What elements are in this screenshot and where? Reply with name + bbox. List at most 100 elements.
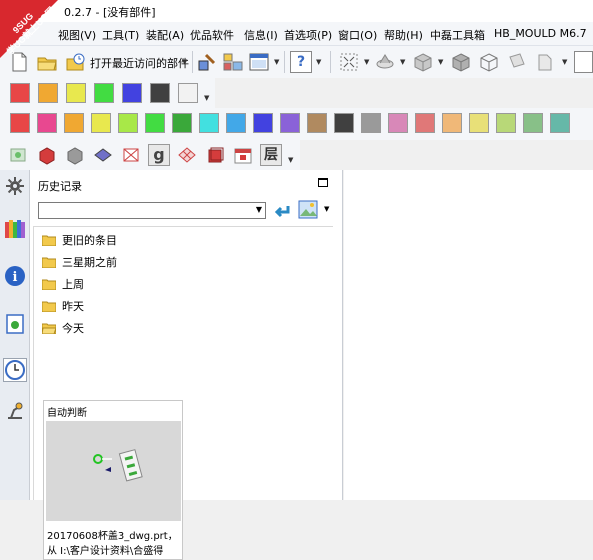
tools-icon[interactable]	[196, 51, 218, 73]
chevron-down-icon[interactable]: ▼	[204, 94, 209, 102]
back-arrow-icon[interactable]	[274, 202, 292, 219]
render-toolbar: g 层 ▼	[0, 140, 300, 170]
color-swatch[interactable]	[91, 113, 111, 133]
fit-view-icon[interactable]	[338, 51, 360, 73]
color-swatch[interactable]	[253, 113, 273, 133]
menu-tools[interactable]: 工具(T)	[102, 27, 139, 43]
chevron-down-icon[interactable]: ▼	[316, 58, 321, 66]
color-swatch[interactable]	[172, 113, 192, 133]
list-item[interactable]: 上周	[42, 275, 84, 293]
color-swatch[interactable]	[523, 113, 543, 133]
menu-preferences[interactable]: 首选项(P)	[284, 27, 332, 43]
color-swatch[interactable]	[64, 113, 84, 133]
list-item[interactable]: 更旧的条目	[42, 231, 117, 249]
calendar-icon[interactable]	[232, 144, 254, 166]
hidden-edge-icon[interactable]	[120, 144, 142, 166]
gray-g-icon[interactable]: g	[148, 144, 170, 166]
help-icon[interactable]: ?	[290, 51, 312, 73]
chevron-down-icon[interactable]: ▼	[364, 58, 369, 66]
menu-window[interactable]: 窗口(O)	[338, 27, 377, 43]
gear-icon[interactable]	[3, 174, 27, 198]
edge-face-icon[interactable]	[8, 144, 30, 166]
history-part-card[interactable]: 自动判断 20170608杯盖3_dwg.prt， 从 I:\客户设计资料\合盛…	[43, 400, 183, 560]
menu-assembly[interactable]: 装配(A)	[146, 27, 184, 43]
color-swatch[interactable]	[199, 113, 219, 133]
color-swatch[interactable]	[415, 113, 435, 133]
menu-info[interactable]: 信息(I)	[244, 27, 278, 43]
color-swatch[interactable]	[496, 113, 516, 133]
color-swatch[interactable]	[226, 113, 246, 133]
folder-label: 昨天	[62, 300, 84, 313]
history-filter-combo[interactable]: ▼	[38, 202, 266, 219]
list-item[interactable]: 三星期之前	[42, 253, 117, 271]
color-swatch[interactable]	[10, 83, 30, 103]
list-item[interactable]: 昨天	[42, 297, 84, 315]
purple-solid-icon[interactable]	[92, 144, 114, 166]
menu-help[interactable]: 帮助(H)	[384, 27, 423, 43]
color-swatch[interactable]	[94, 83, 114, 103]
color-swatch[interactable]	[442, 113, 462, 133]
web-page-icon[interactable]	[3, 312, 27, 336]
chevron-down-icon[interactable]: ▼	[562, 58, 567, 66]
toolbar-separator	[284, 51, 285, 73]
chevron-down-icon[interactable]: ▼	[438, 58, 443, 66]
solid-cube-icon[interactable]	[450, 51, 472, 73]
color-swatch[interactable]	[38, 83, 58, 103]
color-swatch[interactable]	[118, 113, 138, 133]
red-solid-icon[interactable]	[36, 144, 58, 166]
page-icon[interactable]	[534, 51, 556, 73]
menu-youpin[interactable]: 优品软件	[190, 27, 234, 43]
color-swatch[interactable]	[388, 113, 408, 133]
rotate-view-icon[interactable]	[374, 51, 396, 73]
chevron-down-icon[interactable]: ▼	[274, 58, 279, 66]
books-icon[interactable]	[3, 216, 27, 240]
menu-hb-mould[interactable]: HB_MOULD M6.7	[494, 27, 587, 40]
view-box-icon[interactable]	[574, 51, 593, 73]
assembly-icon[interactable]	[222, 51, 244, 73]
shaded-cube-icon[interactable]	[412, 51, 434, 73]
color-swatch[interactable]	[334, 113, 354, 133]
history-list: 更旧的条目 三星期之前 上周 昨天 今天 自动判断 20170608杯盖3_dw…	[33, 226, 333, 560]
maximize-icon[interactable]	[318, 178, 328, 187]
gray-solid-icon[interactable]	[64, 144, 86, 166]
menu-zhonglei-toolbox[interactable]: 中磊工具箱	[430, 27, 485, 43]
history-tab[interactable]	[3, 358, 27, 382]
sheet-icon[interactable]	[506, 51, 528, 73]
part-thumbnail	[46, 421, 181, 521]
list-item[interactable]: 今天	[42, 319, 84, 337]
color-swatch[interactable]	[361, 113, 381, 133]
folder-label: 上周	[62, 278, 84, 291]
folder-label: 三星期之前	[62, 256, 117, 269]
recent-parts-button[interactable]: 打开最近访问的部件	[90, 55, 189, 71]
folder-icon	[42, 257, 56, 268]
resource-bar: i	[0, 170, 30, 500]
chevron-down-icon[interactable]: ▼	[288, 156, 293, 164]
wireframe-cube-icon[interactable]	[478, 51, 500, 73]
view-mode-icon[interactable]	[298, 200, 318, 219]
info-icon[interactable]: i	[3, 264, 27, 288]
color-swatch[interactable]	[469, 113, 489, 133]
mesh-icon[interactable]	[176, 144, 198, 166]
color-swatch[interactable]	[66, 83, 86, 103]
folder-icon	[42, 235, 56, 246]
panel-title: 历史记录	[38, 180, 82, 193]
color-swatch[interactable]	[307, 113, 327, 133]
chevron-down-icon[interactable]: ▼	[324, 205, 329, 213]
color-swatch[interactable]	[280, 113, 300, 133]
window-icon[interactable]	[248, 51, 270, 73]
chevron-down-icon[interactable]: ▼	[400, 58, 405, 66]
color-swatch[interactable]	[10, 113, 30, 133]
title-bar: 0.2.7 - [没有部件]	[0, 0, 593, 22]
color-swatch[interactable]	[145, 113, 165, 133]
chevron-down-icon[interactable]: ▼	[256, 205, 262, 214]
color-swatch[interactable]	[122, 83, 142, 103]
graphics-window[interactable]	[344, 170, 593, 500]
red-box-icon[interactable]	[204, 144, 226, 166]
color-swatch[interactable]	[37, 113, 57, 133]
color-swatch[interactable]	[178, 83, 198, 103]
chevron-down-icon[interactable]: ▼	[182, 58, 187, 66]
robot-arm-icon[interactable]	[3, 398, 27, 422]
layer-icon[interactable]: 层	[260, 144, 282, 166]
color-swatch[interactable]	[550, 113, 570, 133]
color-swatch[interactable]	[150, 83, 170, 103]
